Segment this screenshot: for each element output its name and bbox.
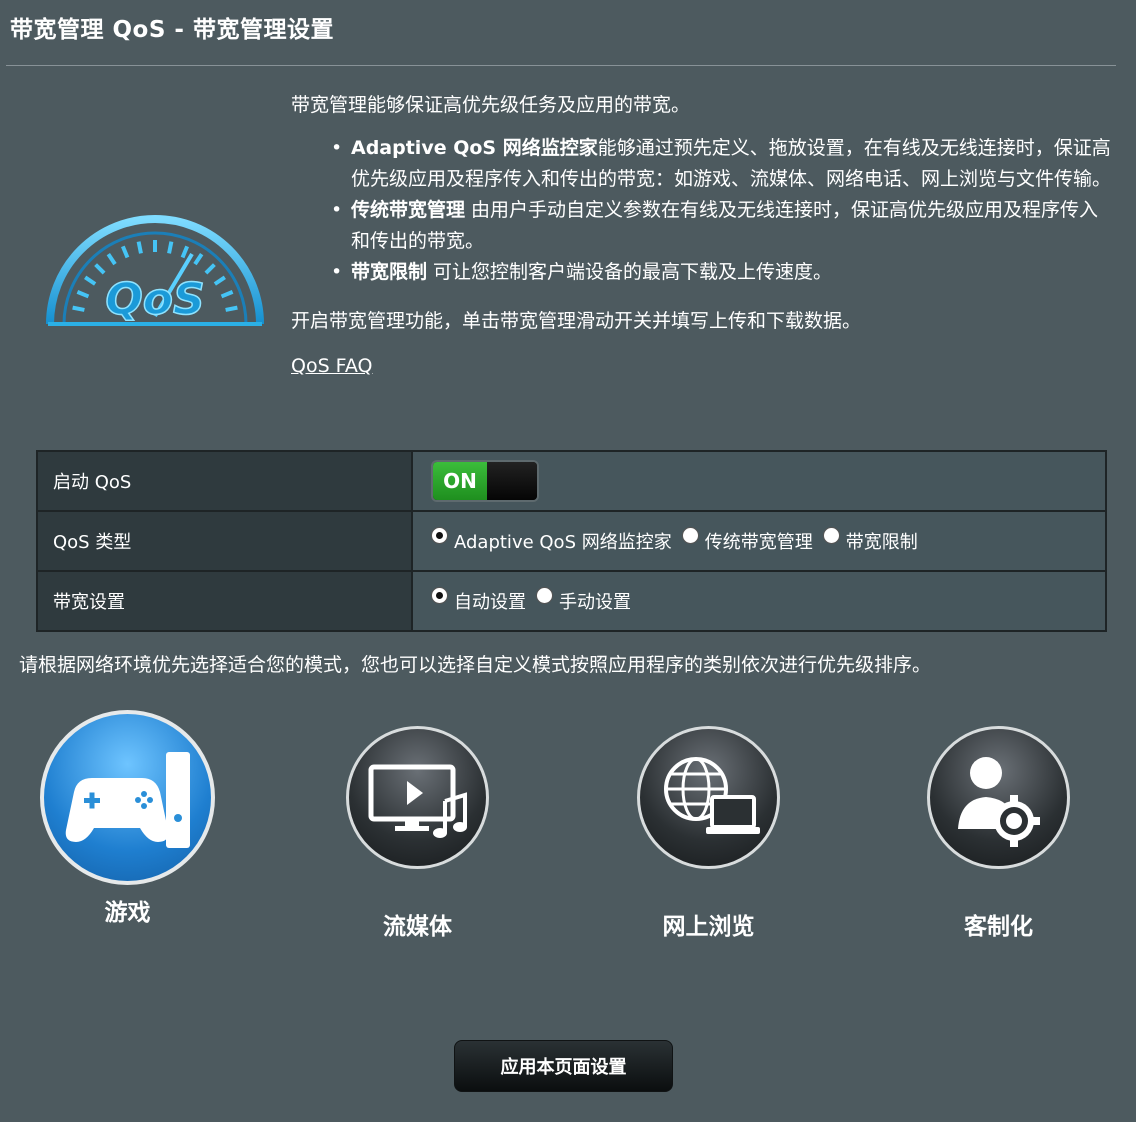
qos-speedometer-logo: QoS: [46, 215, 264, 326]
mode-web-browsing[interactable]: 网上浏览: [637, 726, 780, 941]
qos-settings-table: 启动 QoS ON QoS 类型 Adaptive QoS 网络监控家 传统带宽…: [36, 450, 1107, 632]
mode-customize-label: 客制化: [964, 914, 1033, 940]
mode-gaming[interactable]: 游戏: [40, 710, 215, 927]
gauge-tick: [204, 263, 216, 275]
qos-type-bandwidth-limiter-radio[interactable]: 带宽限制: [822, 527, 918, 554]
gauge-tick: [84, 275, 97, 286]
feature-bandwidth-limiter: 带宽限制 可让您控制客户端设备的最高下载及上传速度。: [331, 257, 1111, 288]
customize-icon[interactable]: [927, 726, 1070, 869]
radio-button[interactable]: [536, 587, 553, 605]
intro-summary: 带宽管理能够保证高优先级任务及应用的带宽。: [291, 94, 691, 116]
gauge-tick: [106, 253, 117, 266]
mode-streaming[interactable]: 流媒体: [346, 726, 489, 941]
page-title: 带宽管理 QoS - 带宽管理设置: [10, 17, 334, 43]
gauge-tick: [213, 275, 226, 286]
streaming-icon[interactable]: [346, 726, 489, 869]
bandwidth-radio-group: 自动设置 手动设置: [431, 587, 641, 614]
web-browsing-icon[interactable]: [637, 726, 780, 869]
apply-settings-button[interactable]: 应用本页面设置: [454, 1040, 673, 1092]
mode-streaming-label: 流媒体: [383, 914, 452, 940]
qos-faq-link[interactable]: QoS FAQ: [291, 351, 372, 382]
qos-type-adaptive-radio[interactable]: Adaptive QoS 网络监控家: [431, 527, 672, 554]
gamepad-icon[interactable]: [40, 710, 215, 885]
mode-gaming-label: 游戏: [104, 900, 151, 926]
gauge-tick: [220, 290, 234, 299]
gauge-tick: [167, 241, 174, 254]
toggle-knob[interactable]: [487, 462, 537, 500]
mode-customize[interactable]: 客制化: [927, 726, 1070, 941]
qos-feature-list: Adaptive QoS 网络监控家能够通过预先定义、拖放设置，在有线及无线连接…: [291, 133, 1111, 288]
intro-section: 带宽管理能够保证高优先级任务及应用的带宽。 Adaptive QoS 网络监控家…: [291, 90, 1111, 382]
qos-type-label: QoS 类型: [36, 510, 413, 572]
bandwidth-manual-radio[interactable]: 手动设置: [536, 587, 631, 614]
gauge-tick: [136, 241, 143, 254]
setting-row-qos-type: QoS 类型 Adaptive QoS 网络监控家 传统带宽管理 带宽限制: [36, 510, 1107, 572]
radio-button[interactable]: [681, 527, 699, 545]
bandwidth-setting-label: 带宽设置: [36, 570, 413, 632]
enable-qos-label: 启动 QoS: [36, 450, 413, 512]
toggle-on-label: ON: [433, 462, 487, 500]
setting-row-bandwidth: 带宽设置 自动设置 手动设置: [36, 570, 1107, 632]
gauge-tick: [180, 245, 189, 259]
feature-traditional-qos: 传统带宽管理 由用户手动自定义参数在有线及无线连接时，保证高优先级应用及程序传入…: [331, 195, 1111, 257]
gauge-tick: [76, 290, 90, 299]
mode-selection-hint: 请根据网络环境优先选择适合您的模式，您也可以选择自定义模式按照应用程序的类别依次…: [19, 654, 932, 676]
setting-row-enable: 启动 QoS ON: [36, 450, 1107, 512]
gauge-tick: [72, 305, 85, 312]
bandwidth-auto-radio[interactable]: 自动设置: [431, 587, 526, 614]
radio-button[interactable]: [431, 527, 448, 545]
gauge-tick: [193, 253, 204, 266]
radio-button[interactable]: [822, 527, 840, 545]
qos-enable-toggle[interactable]: ON: [431, 460, 539, 502]
mode-web-browsing-label: 网上浏览: [662, 914, 755, 940]
radio-button[interactable]: [431, 587, 448, 605]
title-divider: [6, 65, 1116, 66]
gauge-tick: [225, 305, 238, 312]
enable-instructions: 开启带宽管理功能，单击带宽管理滑动开关并填写上传和下载数据。: [291, 310, 862, 332]
gauge-tick: [121, 245, 130, 259]
qos-type-radio-group: Adaptive QoS 网络监控家 传统带宽管理 带宽限制: [431, 527, 928, 554]
qos-type-traditional-radio[interactable]: 传统带宽管理: [681, 527, 813, 554]
logo-text: QoS: [105, 274, 204, 325]
feature-adaptive-qos: Adaptive QoS 网络监控家能够通过预先定义、拖放设置，在有线及无线连接…: [331, 133, 1111, 195]
gauge-tick: [94, 263, 106, 275]
